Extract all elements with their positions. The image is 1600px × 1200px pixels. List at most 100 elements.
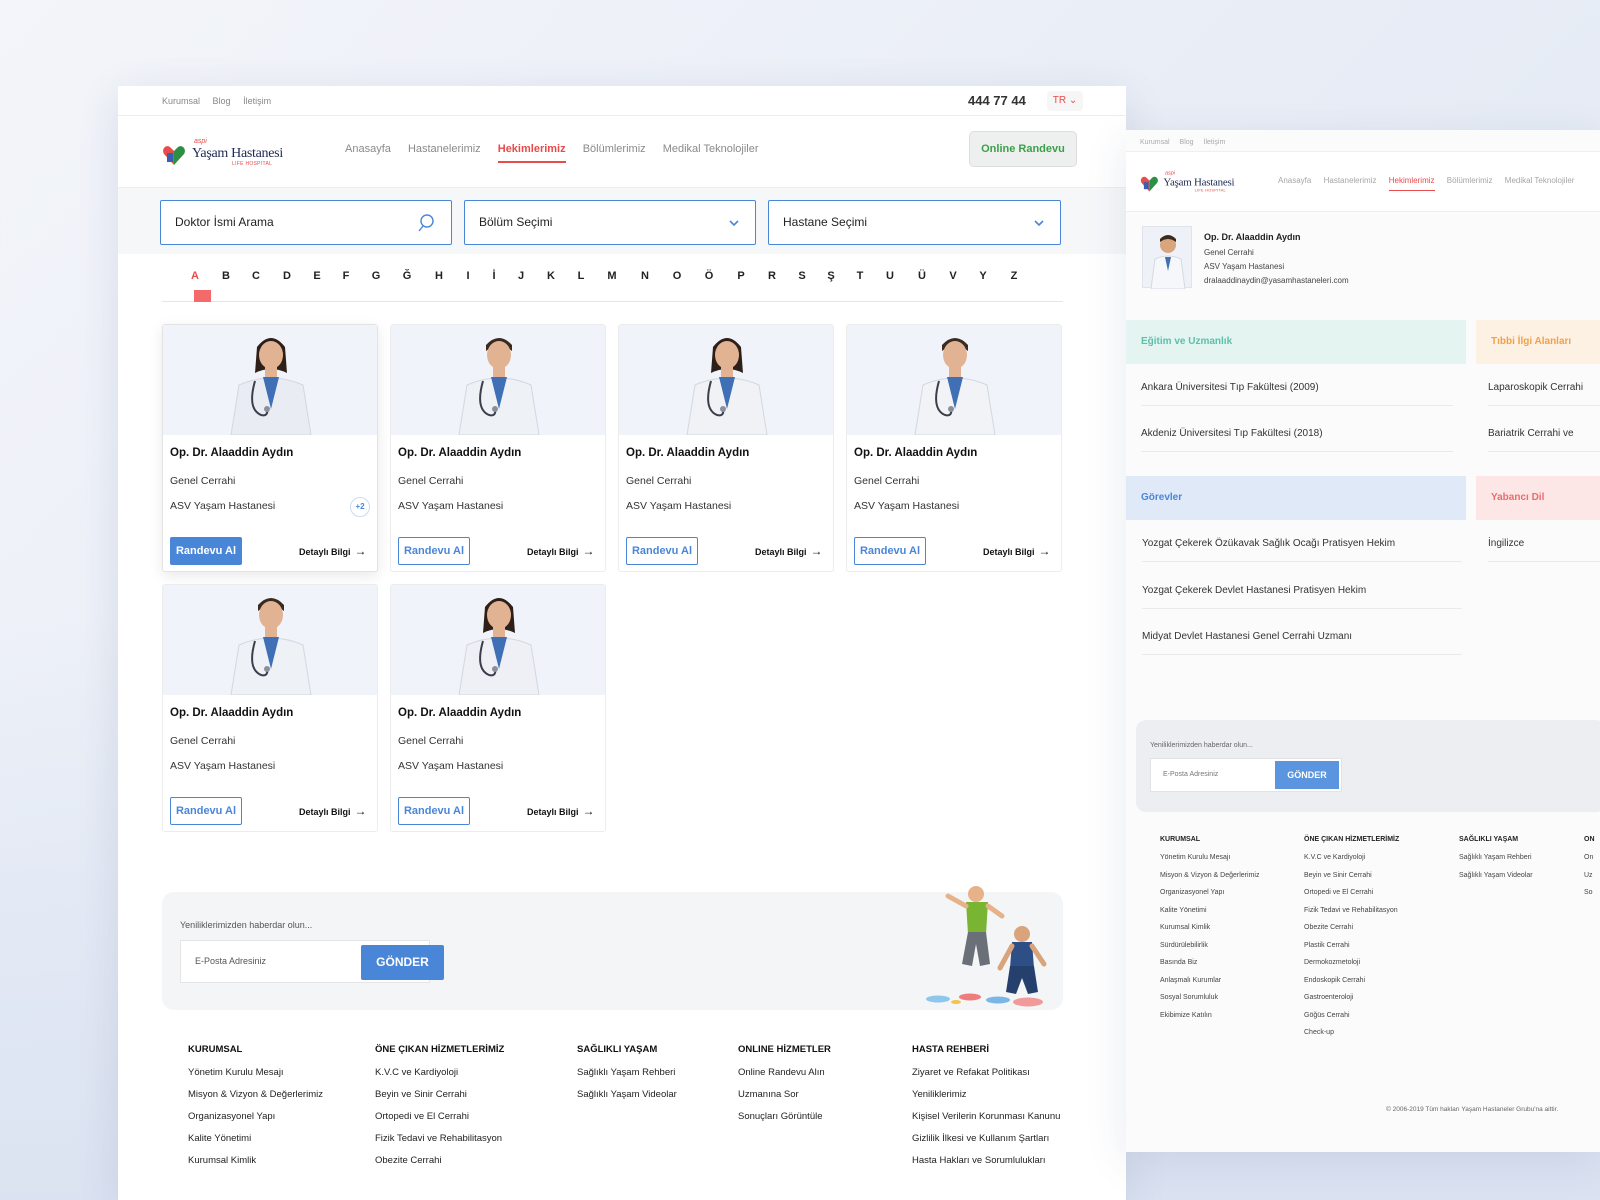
letter-j[interactable]: J bbox=[514, 270, 528, 282]
topbar-link-kurumsal[interactable]: Kurumsal bbox=[162, 96, 200, 106]
logo[interactable]: aspi Yaşam Hastanesi LIFE HOSPITAL bbox=[162, 138, 294, 168]
footer-link[interactable]: Organizasyonel Yapı bbox=[188, 1111, 323, 1122]
doctor-card[interactable]: Op. Dr. Alaaddin Aydın Genel Cerrahi ASV Y… bbox=[390, 584, 606, 832]
search-icon[interactable] bbox=[417, 201, 435, 250]
side-topbar-link-iletisim[interactable]: İletişim bbox=[1204, 139, 1226, 146]
footer-link[interactable]: Ortopedi ve El Cerrahi bbox=[375, 1111, 504, 1122]
profile-email[interactable]: dralaaddinaydin@yasamhastaneleri.com bbox=[1204, 276, 1349, 285]
letter-t[interactable]: T bbox=[853, 270, 867, 282]
side-footer-link[interactable]: Obezite Cerrahi bbox=[1304, 924, 1399, 931]
detayli-bilgi-link[interactable]: Detaylı Bilgi → bbox=[527, 804, 595, 818]
letter-e[interactable]: E bbox=[310, 270, 324, 282]
nav-item-medikal-teknolojiler[interactable]: Medikal Teknolojiler bbox=[663, 143, 759, 161]
detayli-bilgi-link[interactable]: Detaylı Bilgi → bbox=[299, 544, 367, 558]
phone-number[interactable]: 444 77 44 bbox=[968, 93, 1026, 108]
nav-item-hekimlerimiz[interactable]: Hekimlerimiz bbox=[497, 143, 566, 163]
side-footer-link[interactable]: Kurumsal Kimlik bbox=[1160, 924, 1259, 931]
more-hospitals-badge[interactable]: +2 bbox=[350, 497, 370, 517]
letter-ğ[interactable]: Ğ bbox=[400, 270, 414, 282]
footer-link[interactable]: Kalite Yönetimi bbox=[188, 1133, 323, 1144]
randevu-al-button[interactable]: Randevu Al bbox=[170, 537, 242, 565]
side-footer-link[interactable]: Sağlıklı Yaşam Rehberi bbox=[1459, 854, 1533, 861]
footer-link[interactable]: Yönetim Kurulu Mesajı bbox=[188, 1067, 323, 1078]
side-footer-link[interactable]: Check-up bbox=[1304, 1029, 1399, 1036]
letter-d[interactable]: D bbox=[280, 270, 294, 282]
side-footer-link[interactable]: K.V.C ve Kardiyoloji bbox=[1304, 854, 1399, 861]
side-nav-item-anasayfa[interactable]: Anasayfa bbox=[1278, 176, 1311, 190]
side-footer-link[interactable]: Sağlıklı Yaşam Videolar bbox=[1459, 872, 1533, 879]
side-footer-link[interactable]: Uz bbox=[1584, 872, 1595, 879]
letter-c[interactable]: C bbox=[249, 270, 263, 282]
letter-s[interactable]: S bbox=[795, 270, 809, 282]
detayli-bilgi-link[interactable]: Detaylı Bilgi → bbox=[755, 544, 823, 558]
detayli-bilgi-link[interactable]: Detaylı Bilgi → bbox=[527, 544, 595, 558]
side-footer-link[interactable]: On bbox=[1584, 854, 1595, 861]
letter-a[interactable]: A bbox=[188, 270, 202, 282]
detayli-bilgi-link[interactable]: Detaylı Bilgi → bbox=[299, 804, 367, 818]
side-nav-item-hastanelerimiz[interactable]: Hastanelerimiz bbox=[1324, 176, 1377, 190]
side-footer-link[interactable]: Organizasyonel Yapı bbox=[1160, 889, 1259, 896]
nav-item-bolumlerimiz[interactable]: Bölümlerimiz bbox=[583, 143, 646, 161]
footer-link[interactable]: Hasta Hakları ve Sorumlulukları bbox=[912, 1155, 1060, 1166]
footer-link[interactable]: Ziyaret ve Refakat Politikası bbox=[912, 1067, 1060, 1078]
randevu-al-button[interactable]: Randevu Al bbox=[854, 537, 926, 565]
letter-g[interactable]: G bbox=[369, 270, 383, 282]
side-footer-link[interactable]: Yönetim Kurulu Mesajı bbox=[1160, 854, 1259, 861]
letter-o[interactable]: O bbox=[670, 270, 684, 282]
side-footer-link[interactable]: Ekibimize Katılın bbox=[1160, 1012, 1259, 1019]
online-randevu-button[interactable]: Online Randevu bbox=[969, 131, 1077, 167]
side-newsletter-email-input[interactable]: E-Posta Adresiniz GÖNDER bbox=[1150, 758, 1342, 792]
letter-b[interactable]: B bbox=[219, 270, 233, 282]
footer-link[interactable]: Online Randevu Alın bbox=[738, 1067, 831, 1078]
side-newsletter-submit-button[interactable]: GÖNDER bbox=[1275, 761, 1339, 789]
letter-i̇[interactable]: İ bbox=[487, 270, 501, 282]
footer-link[interactable]: Fizik Tedavi ve Rehabilitasyon bbox=[375, 1133, 504, 1144]
randevu-al-button[interactable]: Randevu Al bbox=[170, 797, 242, 825]
letter-n[interactable]: N bbox=[638, 270, 652, 282]
side-footer-link[interactable]: Göğüs Cerrahi bbox=[1304, 1012, 1399, 1019]
letter-v[interactable]: V bbox=[946, 270, 960, 282]
language-selector[interactable]: TR ⌄ bbox=[1047, 91, 1083, 111]
side-footer-link[interactable]: Gastroenteroloji bbox=[1304, 994, 1399, 1001]
letter-m[interactable]: M bbox=[605, 270, 619, 282]
newsletter-submit-button[interactable]: GÖNDER bbox=[361, 945, 444, 980]
side-footer-link[interactable]: Fizik Tedavi ve Rehabilitasyon bbox=[1304, 907, 1399, 914]
letter-k[interactable]: K bbox=[544, 270, 558, 282]
letter-z[interactable]: Z bbox=[1007, 270, 1021, 282]
randevu-al-button[interactable]: Randevu Al bbox=[398, 537, 470, 565]
letter-y[interactable]: Y bbox=[976, 270, 990, 282]
topbar-link-iletisim[interactable]: İletişim bbox=[243, 96, 271, 106]
side-footer-link[interactable]: Basında Biz bbox=[1160, 959, 1259, 966]
side-logo[interactable]: aspi Yaşam Hastanesi LIFE HOSPITAL bbox=[1140, 170, 1243, 194]
letter-ö[interactable]: Ö bbox=[702, 270, 716, 282]
side-footer-link[interactable]: Sosyal Sorumluluk bbox=[1160, 994, 1259, 1001]
hospital-select[interactable]: Hastane Seçimi bbox=[768, 200, 1061, 245]
footer-link[interactable]: Sonuçları Görüntüle bbox=[738, 1111, 831, 1122]
letter-i[interactable]: I bbox=[461, 270, 475, 282]
side-footer-link[interactable]: Anlaşmalı Kurumlar bbox=[1160, 977, 1259, 984]
side-topbar-link-blog[interactable]: Blog bbox=[1180, 139, 1194, 146]
doctor-card[interactable]: Op. Dr. Alaaddin Aydın Genel Cerrahi ASV Y… bbox=[162, 324, 378, 572]
doctor-card[interactable]: Op. Dr. Alaaddin Aydın Genel Cerrahi ASV Y… bbox=[162, 584, 378, 832]
side-footer-link[interactable]: Sürdürülebilirlik bbox=[1160, 942, 1259, 949]
footer-link[interactable]: Gizlilik İlkesi ve Kullanım Şartları bbox=[912, 1133, 1060, 1144]
footer-link[interactable]: Kişisel Verilerin Korunması Kanunu bbox=[912, 1111, 1060, 1122]
footer-link[interactable]: Uzmanına Sor bbox=[738, 1089, 831, 1100]
newsletter-email-input[interactable]: E-Posta Adresiniz GÖNDER bbox=[180, 940, 444, 983]
topbar-link-blog[interactable]: Blog bbox=[213, 96, 231, 106]
letter-p[interactable]: P bbox=[734, 270, 748, 282]
detayli-bilgi-link[interactable]: Detaylı Bilgi → bbox=[983, 544, 1051, 558]
side-nav-item-bolumlerimiz[interactable]: Bölümlerimiz bbox=[1447, 176, 1493, 190]
side-nav-item-medikal-teknolojiler[interactable]: Medikal Teknolojiler bbox=[1505, 176, 1575, 190]
doctor-search-input[interactable]: Doktor İsmi Arama bbox=[160, 200, 452, 245]
randevu-al-button[interactable]: Randevu Al bbox=[398, 797, 470, 825]
doctor-card[interactable]: Op. Dr. Alaaddin Aydın Genel Cerrahi ASV Y… bbox=[846, 324, 1062, 572]
side-footer-link[interactable]: Dermokozmetoloji bbox=[1304, 959, 1399, 966]
side-footer-link[interactable]: Ortopedi ve El Cerrahi bbox=[1304, 889, 1399, 896]
footer-link[interactable]: Kurumsal Kimlik bbox=[188, 1155, 323, 1166]
side-footer-link[interactable]: Endoskopik Cerrahi bbox=[1304, 977, 1399, 984]
department-select[interactable]: Bölüm Seçimi bbox=[464, 200, 756, 245]
side-footer-link[interactable]: So bbox=[1584, 889, 1595, 896]
letter-f[interactable]: F bbox=[339, 270, 353, 282]
doctor-card[interactable]: Op. Dr. Alaaddin Aydın Genel Cerrahi ASV Y… bbox=[390, 324, 606, 572]
